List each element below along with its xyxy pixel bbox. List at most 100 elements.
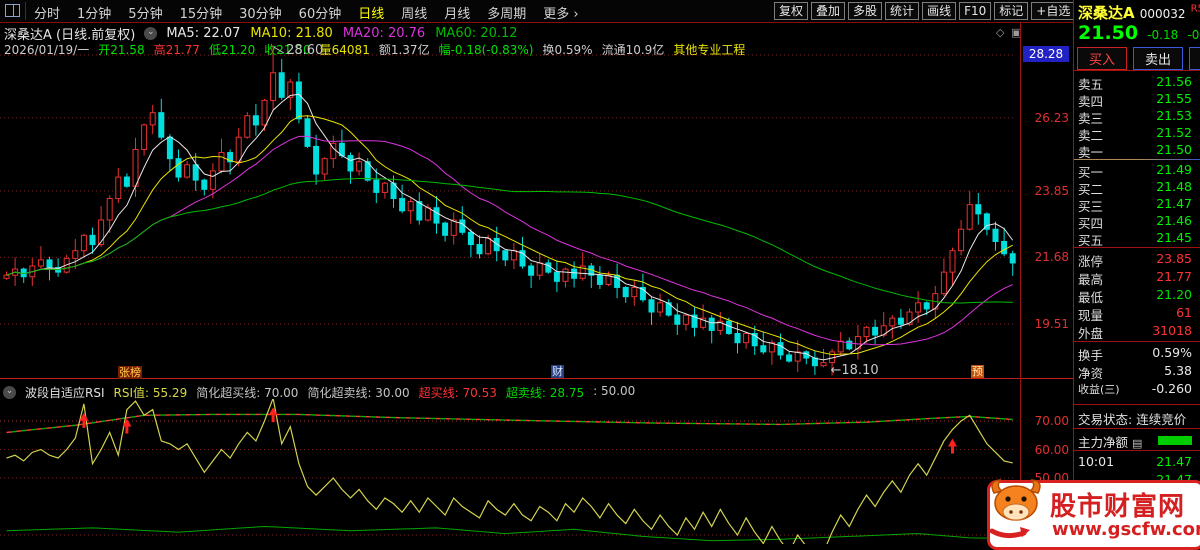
info-item: 2026/01/19/一	[4, 43, 90, 57]
collapse-icon[interactable]: ⌄	[3, 386, 16, 399]
ask-row[interactable]: 卖四 21.55	[1074, 90, 1200, 109]
tool-button-+自选[interactable]: +自选	[1031, 2, 1076, 20]
quote-header: 深桑达A 000032 R5	[1078, 2, 1200, 23]
divider	[1074, 450, 1200, 451]
toolbar-menu: 复权叠加多股统计画线F10标记+自选返回	[774, 2, 1113, 20]
stat-value: 21.77	[1156, 269, 1192, 284]
tool-button-标记[interactable]: 标记	[994, 2, 1029, 20]
buy-button[interactable]: 买入	[1077, 47, 1127, 70]
quote-panel: 深桑达A 000032 R5 21.50 -0.18 -0.83 买入 卖出 卖…	[1073, 0, 1200, 544]
ma-values: MA5: 22.07 MA10: 21.80 MA20: 20.76 MA60: 20…	[166, 26, 517, 41]
tool-button-叠加[interactable]: 叠加	[811, 2, 846, 20]
menu-item-更多 ›[interactable]: 更多 ›	[543, 3, 578, 22]
tool-button-统计[interactable]: 统计	[885, 2, 920, 20]
price-change-pct: -0.83	[1187, 28, 1200, 42]
stat-row: 换手0.59%股	[1074, 344, 1200, 363]
trough-price-annotation: ←18.10	[830, 363, 879, 379]
price-row: 21.50 -0.18 -0.83	[1078, 22, 1200, 44]
sell-button[interactable]: 卖出	[1133, 47, 1183, 70]
bull-logo-icon	[989, 479, 1041, 539]
ask-row[interactable]: 卖二 21.52	[1074, 124, 1200, 143]
stat-value: 61	[1176, 305, 1192, 320]
menu-item-60分钟[interactable]: 60分钟	[299, 3, 342, 22]
indicator-param: 超买线: 70.53	[418, 386, 497, 400]
info-item: 其他专业工程	[673, 43, 746, 57]
ma-value: MA5: 22.07	[166, 26, 241, 41]
stat-row: 净资5.38流	[1074, 362, 1200, 381]
divider	[1074, 404, 1200, 405]
axis-tick-label: 26.23	[1034, 110, 1069, 125]
book-level-price: 21.46	[1156, 213, 1192, 228]
price-axis: 28.28 26.23 23.85 21.68 19.51 70.00 60.00 50.…	[1020, 22, 1074, 544]
ohlc-info-row: 2026/01/19/一 开21.58 高21.77 低21.20 收21.50 量640…	[4, 41, 745, 58]
ask-book: 卖五 21.56 卖四 21.55 卖三 21.53 卖二 21.52 卖一 21.50	[1074, 73, 1200, 160]
stats-block: 涨停23.85跌最高21.77量最低21.20市现量61总外盘31018内	[1074, 250, 1200, 341]
info-item: 额1.37亿	[378, 43, 430, 57]
divider	[1074, 428, 1200, 429]
list-icon[interactable]: ▤	[1132, 437, 1142, 450]
tool-button-F10[interactable]: F10	[959, 2, 992, 20]
indicator-param: 超卖线: 28.75	[505, 386, 585, 400]
menu-item-30分钟[interactable]: 30分钟	[239, 3, 282, 22]
book-level-price: 21.55	[1156, 91, 1192, 106]
tool-button-多股[interactable]: 多股	[848, 2, 883, 20]
menu-item-多周期[interactable]: 多周期	[487, 3, 526, 22]
divider	[1074, 70, 1200, 71]
menu-item-月线[interactable]: 月线	[444, 3, 470, 22]
bid-row[interactable]: 买二 21.48	[1074, 178, 1200, 197]
tool-button-画线[interactable]: 画线	[922, 2, 957, 20]
menu-item-1分钟[interactable]: 1分钟	[77, 3, 111, 22]
price-change: -0.18	[1147, 28, 1179, 42]
news-badge-张榜[interactable]: 张榜	[118, 366, 142, 379]
menu-item-15分钟[interactable]: 15分钟	[180, 3, 223, 22]
menu-item-日线[interactable]: 日线	[358, 3, 384, 22]
period-menu: 分时 1分钟 5分钟 15分钟 30分钟 60分钟 日线 周线 月线 多周期 更多 ›	[34, 3, 579, 22]
tick-time: 10:01	[1078, 454, 1115, 469]
stat-row: 涨停23.85跌	[1074, 250, 1200, 269]
collapse-icon[interactable]: ⌄	[144, 27, 158, 40]
more-trade-button[interactable]	[1189, 47, 1200, 70]
watermark-logo: 股市财富网 www.gscfw.com	[987, 479, 1200, 550]
stat-label: 外盘	[1078, 326, 1104, 341]
bid-row[interactable]: 买三 21.47	[1074, 195, 1200, 214]
divider	[1074, 247, 1200, 248]
bid-book: 买一 21.49 买二 21.48 买三 21.47 买四 21.46 买五 21.45	[1074, 161, 1200, 248]
bid-row[interactable]: 买五 21.45	[1074, 229, 1200, 248]
info-item: 高21.77	[153, 43, 200, 57]
stats-block-2: 换手0.59%股净资5.38流收益(三)-0.260PE	[1074, 344, 1200, 398]
menu-divider	[25, 2, 26, 20]
margin-tag: R5	[1190, 3, 1200, 15]
news-badge-预[interactable]: 预	[971, 365, 984, 378]
indicator-param: RSI值: 55.29	[113, 386, 188, 400]
panel-separator	[0, 378, 1073, 379]
stat-value: 31018	[1152, 323, 1192, 338]
trading-app-window: { "icons": {"collapse": "⌄", "diamond": …	[0, 0, 1200, 550]
book-level-price: 21.49	[1156, 162, 1192, 177]
bid-row[interactable]: 买四 21.46	[1074, 212, 1200, 231]
tool-button-复权[interactable]: 复权	[774, 2, 809, 20]
menu-item-周线[interactable]: 周线	[401, 3, 427, 22]
axis-tick-label: 19.51	[1034, 316, 1069, 331]
layout-icon[interactable]	[5, 4, 20, 17]
ma-value: MA20: 20.76	[342, 26, 426, 41]
peak-price-annotation: 28.60	[286, 43, 324, 59]
ma-value: MA10: 21.80	[250, 26, 333, 41]
info-item: 低21.20	[208, 43, 256, 57]
book-level-price: 21.56	[1156, 74, 1192, 89]
menu-item-5分钟[interactable]: 5分钟	[128, 3, 162, 22]
trade-status: 交易状态: 连续竞价	[1078, 412, 1187, 427]
bid-row[interactable]: 买一 21.49	[1074, 161, 1200, 180]
ask-row[interactable]: 卖一 21.50	[1074, 141, 1200, 160]
menu-item-分时[interactable]: 分时	[34, 3, 60, 22]
news-badge-财[interactable]: 财	[551, 365, 564, 378]
ask-row[interactable]: 卖三 21.53	[1074, 107, 1200, 126]
stat-value: 23.85	[1156, 251, 1192, 266]
main-flow-bar	[1158, 436, 1192, 445]
divider	[1074, 341, 1200, 342]
ask-row[interactable]: 卖五 21.56	[1074, 73, 1200, 92]
book-divider	[1074, 159, 1200, 160]
stat-row: 现量61总	[1074, 304, 1200, 323]
stat-label: 收益(三)	[1078, 383, 1120, 396]
diamond-icon[interactable]: ◇	[996, 26, 1004, 39]
stat-row: 收益(三)-0.260PE	[1074, 380, 1200, 398]
